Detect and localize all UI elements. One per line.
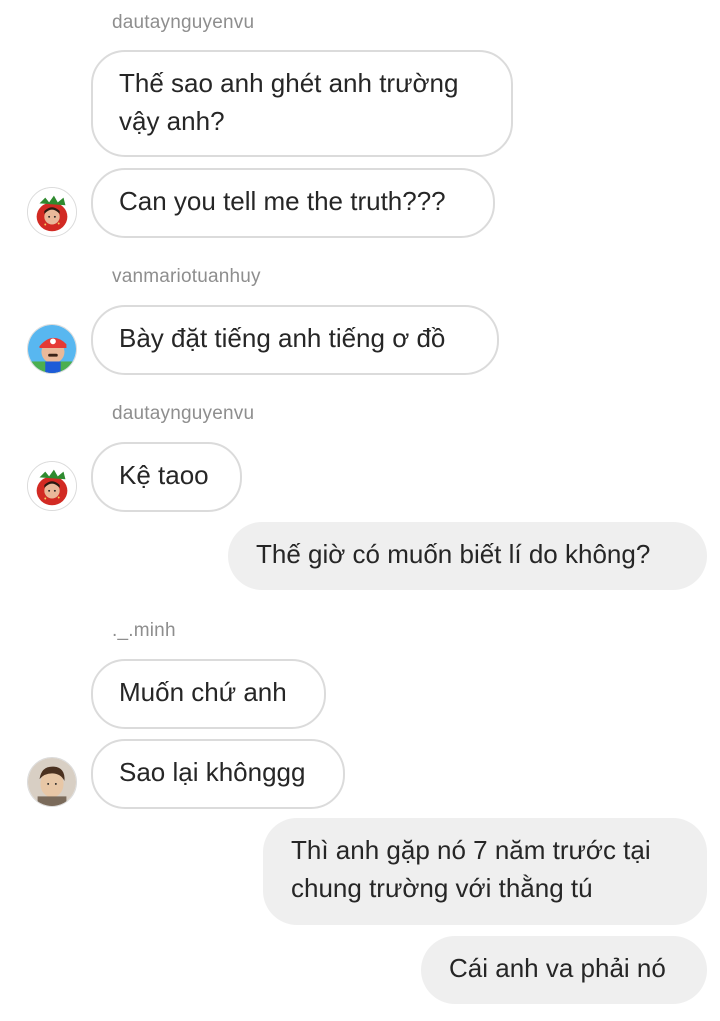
message-bubble-outgoing[interactable]: Cái anh va phải nó <box>421 936 707 1004</box>
message-bubble-outgoing[interactable]: Thế giờ có muốn biết lí do không? <box>228 522 707 590</box>
strawberry-avatar-icon[interactable] <box>27 461 77 511</box>
message-bubble-incoming[interactable]: Can you tell me the truth??? <box>91 168 495 238</box>
message-bubble-incoming[interactable]: Bày đặt tiếng anh tiếng ơ đồ <box>91 305 499 375</box>
mario-avatar-icon[interactable] <box>27 324 77 374</box>
message-bubble-incoming[interactable]: Muốn chứ anh <box>91 659 326 729</box>
sender-name-dautaynguyenvu: dautaynguyenvu <box>112 12 255 33</box>
message-bubble-incoming[interactable]: Kệ taoo <box>91 442 242 512</box>
photo-avatar-icon[interactable] <box>27 757 77 807</box>
sender-name-dautaynguyenvu: dautaynguyenvu <box>112 403 255 424</box>
message-bubble-incoming[interactable]: Thế sao anh ghét anh trường vậy anh? <box>91 50 513 157</box>
message-bubble-outgoing[interactable]: Thì anh gặp nó 7 năm trước tại chung trư… <box>263 818 707 925</box>
strawberry-avatar-icon[interactable] <box>27 187 77 237</box>
sender-name-vanmariotuanhuy: vanmariotuanhuy <box>112 266 261 287</box>
message-bubble-incoming[interactable]: Sao lại khônggg <box>91 739 345 809</box>
sender-name-minh: ._.minh <box>112 620 176 641</box>
